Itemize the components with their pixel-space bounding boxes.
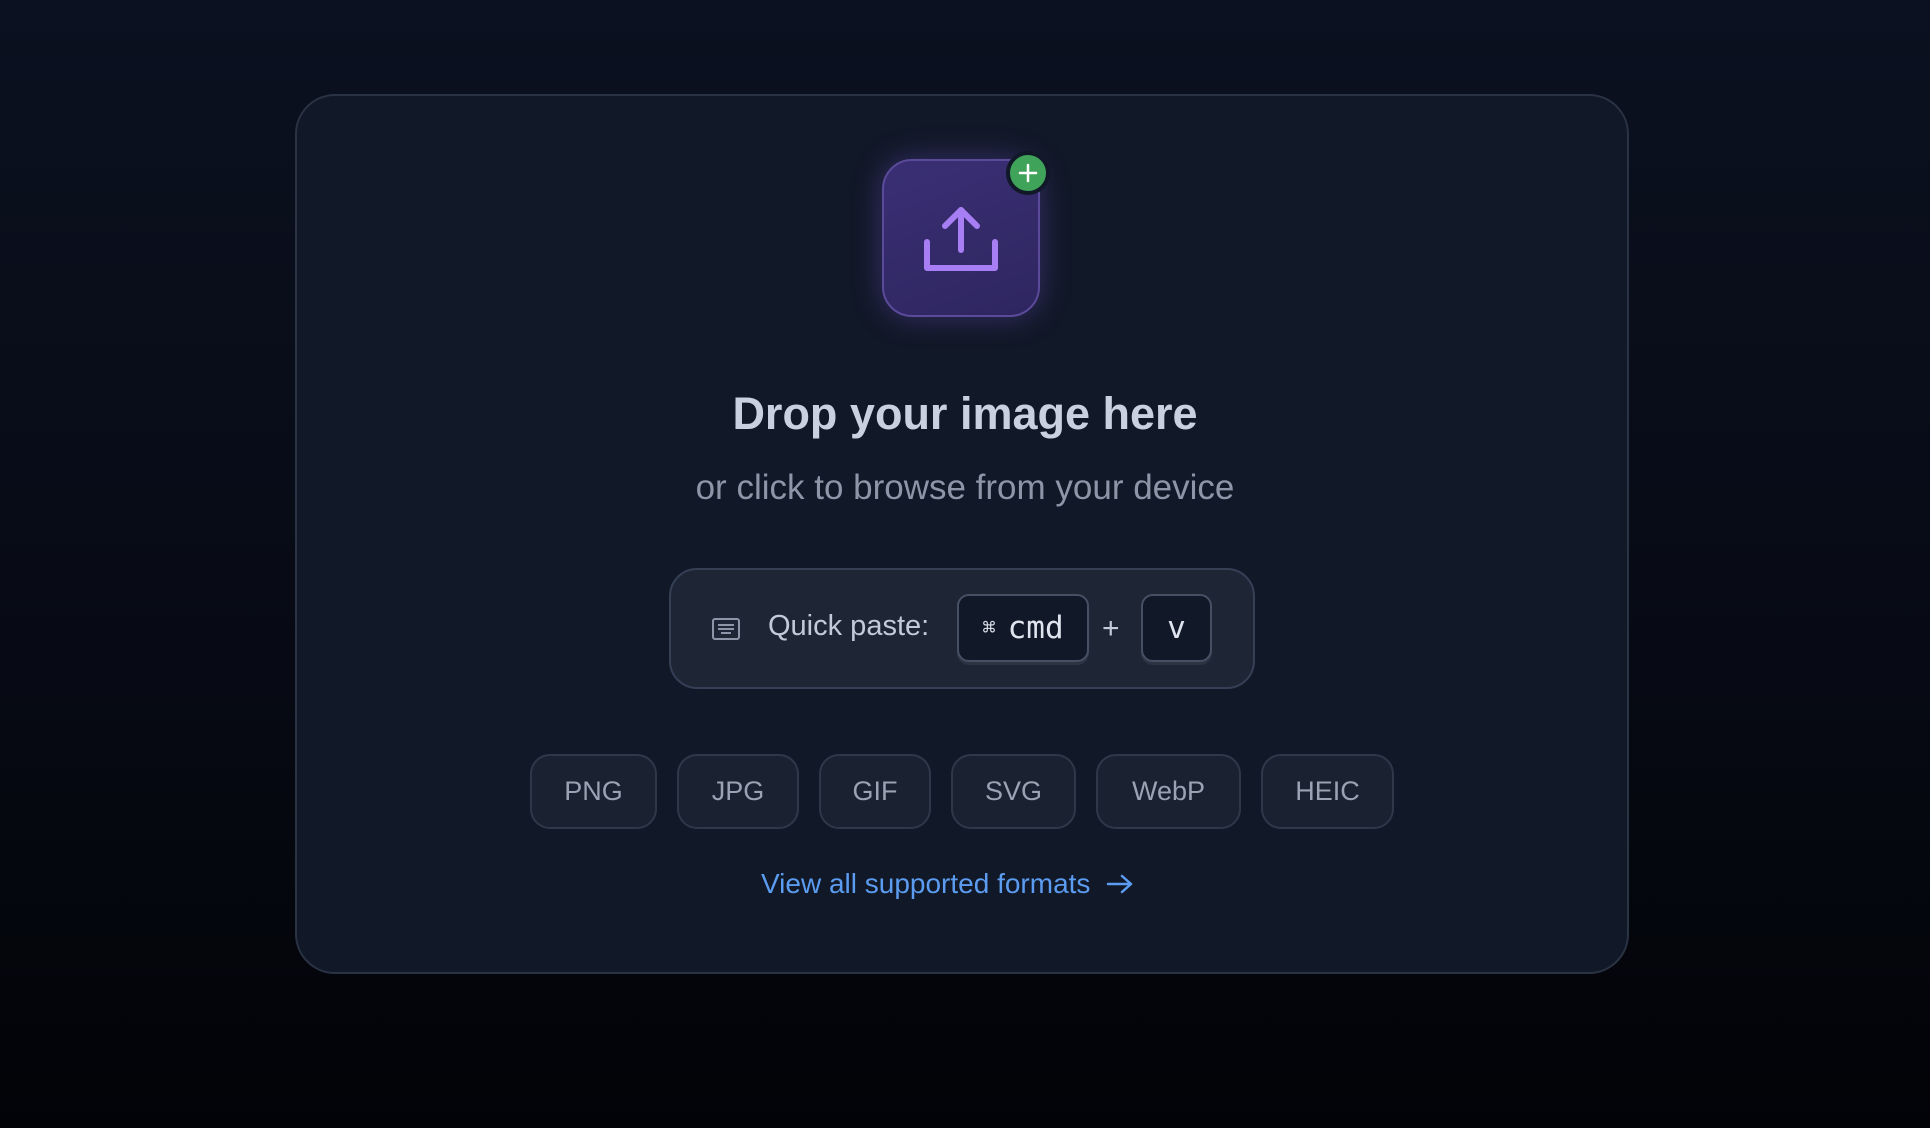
format-chip-jpg[interactable]: JPG xyxy=(677,754,799,829)
format-chip-svg[interactable]: SVG xyxy=(951,754,1076,829)
key-separator: + xyxy=(1102,612,1120,645)
upload-icon xyxy=(924,207,998,271)
plus-icon xyxy=(1018,163,1038,183)
keyboard-icon xyxy=(712,618,740,640)
v-key-label: v xyxy=(1167,610,1186,646)
dropzone-subtitle: or click to browse from your device xyxy=(695,468,1235,507)
command-icon: ⌘ xyxy=(982,615,996,641)
cmd-key-label: cmd xyxy=(1007,610,1064,646)
format-chip-gif[interactable]: GIF xyxy=(819,754,931,829)
format-chip-heic[interactable]: HEIC xyxy=(1261,754,1394,829)
v-key: v xyxy=(1141,594,1212,662)
cmd-key: ⌘ cmd xyxy=(957,594,1089,662)
format-chip-png[interactable]: PNG xyxy=(530,754,657,829)
dropzone-title: Drop your image here xyxy=(732,388,1198,439)
quick-paste-label: Quick paste: xyxy=(768,610,930,642)
arrow-right-icon xyxy=(1106,873,1134,895)
format-chip-webp[interactable]: WebP xyxy=(1096,754,1241,829)
view-all-formats-link[interactable]: View all supported formats xyxy=(761,868,1134,900)
format-chips: PNG JPG GIF SVG WebP HEIC xyxy=(0,754,1930,829)
view-all-formats-label: View all supported formats xyxy=(761,868,1091,899)
add-badge xyxy=(1006,151,1050,195)
